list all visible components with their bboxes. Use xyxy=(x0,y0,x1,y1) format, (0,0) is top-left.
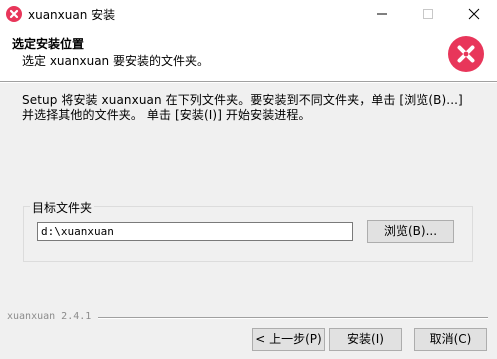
xuanxuan-logo-icon xyxy=(6,6,22,22)
divider xyxy=(0,82,497,83)
destination-folder-label: 目标文件夹 xyxy=(30,199,95,216)
cancel-button[interactable]: 取消(C) xyxy=(414,328,487,351)
instructions-text: Setup 将安装 xuanxuan 在下列文件夹。要安装到不同文件夹，单击 [… xyxy=(22,93,482,123)
browse-button[interactable]: 浏览(B)... xyxy=(367,220,454,243)
install-path-input[interactable]: d:\xuanxuan xyxy=(37,222,353,241)
footer-divider xyxy=(98,317,488,319)
window-title: xuanxuan 安装 xyxy=(28,8,116,22)
installer-brand-text: xuanxuan 2.4.1 xyxy=(7,311,92,322)
maximize-button[interactable] xyxy=(405,0,451,28)
instructions-line-1: Setup 将安装 xuanxuan 在下列文件夹。要安装到不同文件夹，单击 [… xyxy=(22,93,463,107)
instructions-line-2: 并选择其他的文件夹。 单击 [安装(I)] 开始安装进程。 xyxy=(22,108,311,122)
title-bar[interactable]: xuanxuan 安装 xyxy=(0,0,497,28)
page-title: 选定安装位置 xyxy=(12,37,85,51)
install-button[interactable]: 安装(I) xyxy=(329,328,402,351)
page-subtitle: 选定 xuanxuan 要安装的文件夹。 xyxy=(22,54,209,68)
maximize-icon xyxy=(423,9,433,19)
close-icon xyxy=(468,8,480,20)
xuanxuan-logo-icon xyxy=(448,36,484,72)
header-panel: 选定安装位置 选定 xuanxuan 要安装的文件夹。 xyxy=(0,28,497,82)
close-button[interactable] xyxy=(451,0,497,28)
minimize-icon xyxy=(377,13,387,15)
minimize-button[interactable] xyxy=(359,0,405,28)
back-button[interactable]: < 上一步(P) xyxy=(252,328,325,351)
